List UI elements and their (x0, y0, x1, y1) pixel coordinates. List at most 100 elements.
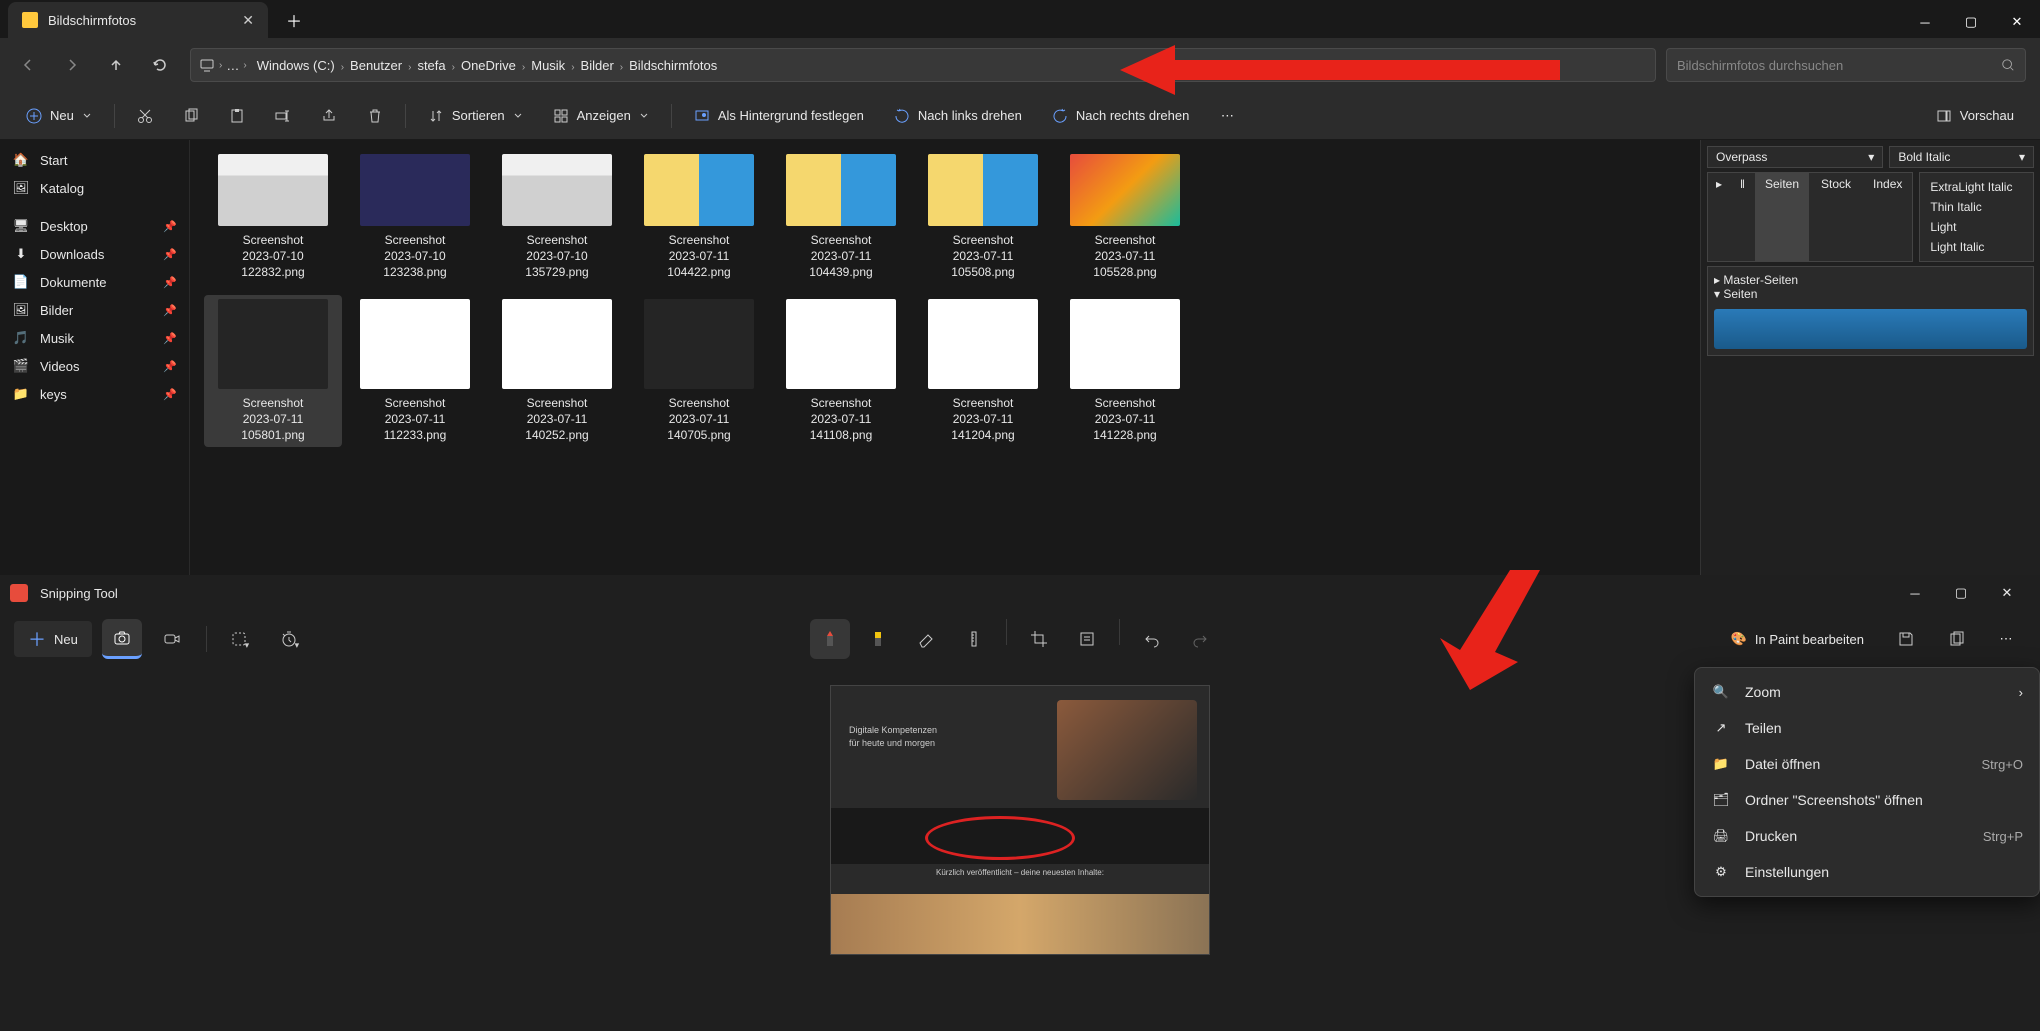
minimize-button[interactable]: ─ (1892, 578, 1938, 608)
sort-button[interactable]: Sortieren (416, 99, 535, 133)
new-snip-button[interactable]: ＋ Neu (14, 621, 92, 657)
file-item[interactable]: Screenshot2023-07-11140705.png (630, 295, 768, 448)
refresh-button[interactable] (140, 45, 180, 85)
delete-button[interactable] (355, 99, 395, 133)
file-item[interactable]: Screenshot2023-07-11112233.png (346, 295, 484, 448)
chevron-right-icon[interactable]: › (219, 60, 222, 71)
menu-item-teilen[interactable]: ↗Teilen (1695, 710, 2039, 746)
cut-button[interactable] (125, 99, 165, 133)
file-item[interactable]: Screenshot2023-07-10135729.png (488, 150, 626, 285)
menu-item-zoom[interactable]: 🔍Zoom› (1695, 674, 2039, 710)
breadcrumb-stefa[interactable]: stefa (411, 54, 451, 77)
highlighter-button[interactable] (858, 619, 898, 659)
breadcrumb-windows (c:)[interactable]: Windows (C:) (251, 54, 341, 77)
edit-in-paint-button[interactable]: 🎨 In Paint bearbeiten (1719, 622, 1876, 656)
add-tab-button[interactable]: ＋ (276, 2, 312, 38)
more-button[interactable]: ⋯ (1207, 99, 1247, 133)
minimize-button[interactable]: ─ (1902, 6, 1948, 38)
forward-button[interactable] (52, 45, 92, 85)
weight-option[interactable]: ExtraLight Italic (1920, 177, 2033, 197)
weight-option[interactable]: Thin Italic (1920, 197, 2033, 217)
pause-icon[interactable]: ‖ (1732, 173, 1753, 261)
close-button[interactable]: ✕ (1994, 6, 2040, 38)
rotate-right-button[interactable]: Nach rechts drehen (1040, 99, 1201, 133)
file-item[interactable]: Screenshot2023-07-11141108.png (772, 295, 910, 448)
crop-button[interactable] (1019, 619, 1059, 659)
file-item[interactable]: Screenshot2023-07-10122832.png (204, 150, 342, 285)
breadcrumb-onedrive[interactable]: OneDrive (455, 54, 522, 77)
tab-stock[interactable]: Stock (1811, 173, 1861, 261)
undo-button[interactable] (1132, 619, 1172, 659)
new-button[interactable]: Neu (14, 99, 104, 133)
file-item[interactable]: Screenshot2023-07-11141228.png (1056, 295, 1194, 448)
file-item[interactable]: Screenshot2023-07-11141204.png (914, 295, 1052, 448)
file-item[interactable]: Screenshot2023-07-10123238.png (346, 150, 484, 285)
sidebar-item-desktop[interactable]: 🖥Desktop📌 (2, 212, 187, 240)
sidebar-item-start[interactable]: 🏠Start (2, 146, 187, 174)
page-tree[interactable]: ▸ Master-Seiten ▾ Seiten (1707, 266, 2034, 356)
sidebar-item-videos[interactable]: 🎬Videos📌 (2, 352, 187, 380)
menu-item-datei-ffnen[interactable]: 📁Datei öffnenStrg+O (1695, 746, 2039, 782)
search-box[interactable] (1666, 48, 2026, 82)
tab-bildschirmfotos[interactable]: Bildschirmfotos ✕ (8, 2, 268, 38)
maximize-button[interactable]: ▢ (1948, 6, 1994, 38)
sidebar-item-bilder[interactable]: 🖼Bilder📌 (2, 296, 187, 324)
breadcrumb-benutzer[interactable]: Benutzer (344, 54, 408, 77)
file-item[interactable]: Screenshot2023-07-11105801.png (204, 295, 342, 448)
sidebar-item-dokumente[interactable]: 📄Dokumente📌 (2, 268, 187, 296)
camera-mode-button[interactable] (102, 619, 142, 659)
breadcrumb-bildschirmfotos[interactable]: Bildschirmfotos (623, 54, 723, 77)
tab-seiten[interactable]: Seiten (1755, 173, 1809, 261)
delay-button[interactable]: ▾ (271, 619, 311, 659)
up-button[interactable] (96, 45, 136, 85)
preview-button[interactable]: Vorschau (1924, 99, 2026, 133)
sidebar-item-katalog[interactable]: 🖼Katalog (2, 174, 187, 202)
font-family-select[interactable]: Overpass▾ (1707, 146, 1883, 168)
save-button[interactable] (1886, 619, 1926, 659)
file-name: Screenshot2023-07-11140252.png (492, 395, 622, 444)
sidebar-item-downloads[interactable]: ⬇Downloads📌 (2, 240, 187, 268)
chevron-right-icon[interactable]: › (243, 60, 246, 71)
rotate-left-button[interactable]: Nach links drehen (882, 99, 1034, 133)
file-item[interactable]: Screenshot2023-07-11104422.png (630, 150, 768, 285)
view-button[interactable]: Anzeigen (541, 99, 661, 133)
video-mode-button[interactable] (152, 619, 192, 659)
copy-button[interactable] (171, 99, 211, 133)
font-weight-select[interactable]: Bold Italic▾ (1889, 146, 2034, 168)
screenshot-preview[interactable]: Digitale Kompetenzen für heute und morge… (830, 685, 1210, 955)
shape-mode-button[interactable]: ▾ (221, 619, 261, 659)
menu-item-einstellungen[interactable]: ⚙Einstellungen (1695, 854, 2039, 890)
maximize-button[interactable]: ▢ (1938, 578, 1984, 608)
file-item[interactable]: Screenshot2023-07-11105528.png (1056, 150, 1194, 285)
pen-red-button[interactable] (810, 619, 850, 659)
share-button[interactable] (309, 99, 349, 133)
menu-item-ordner-screenshots-ffnen[interactable]: 🗂Ordner "Screenshots" öffnen (1695, 782, 2039, 818)
file-item[interactable]: Screenshot2023-07-11105508.png (914, 150, 1052, 285)
cursor-icon[interactable]: ▸ (1708, 173, 1730, 261)
more-icon[interactable]: … (226, 58, 239, 73)
back-button[interactable] (8, 45, 48, 85)
more-menu-button[interactable]: ⋯ (1986, 619, 2026, 659)
copy-snip-button[interactable] (1936, 619, 1976, 659)
close-tab-icon[interactable]: ✕ (242, 12, 254, 29)
redo-button[interactable] (1180, 619, 1220, 659)
weight-list[interactable]: ExtraLight ItalicThin ItalicLightLight I… (1919, 172, 2034, 262)
sidebar-item-musik[interactable]: 🎵Musik📌 (2, 324, 187, 352)
eraser-button[interactable] (906, 619, 946, 659)
weight-option[interactable]: Light Italic (1920, 237, 2033, 257)
tab-index[interactable]: Index (1863, 173, 1912, 261)
breadcrumb-musik[interactable]: Musik (525, 54, 571, 77)
menu-item-drucken[interactable]: 🖨DruckenStrg+P (1695, 818, 2039, 854)
ruler-button[interactable] (954, 619, 994, 659)
file-item[interactable]: Screenshot2023-07-11140252.png (488, 295, 626, 448)
set-background-button[interactable]: Als Hintergrund festlegen (682, 99, 876, 133)
rename-button[interactable] (263, 99, 303, 133)
search-input[interactable] (1677, 58, 2001, 73)
sidebar-item-keys[interactable]: 📁keys📌 (2, 380, 187, 408)
close-button[interactable]: ✕ (1984, 578, 2030, 608)
file-item[interactable]: Screenshot2023-07-11104439.png (772, 150, 910, 285)
breadcrumb-bilder[interactable]: Bilder (575, 54, 620, 77)
text-extract-button[interactable] (1067, 619, 1107, 659)
paste-button[interactable] (217, 99, 257, 133)
weight-option[interactable]: Light (1920, 217, 2033, 237)
